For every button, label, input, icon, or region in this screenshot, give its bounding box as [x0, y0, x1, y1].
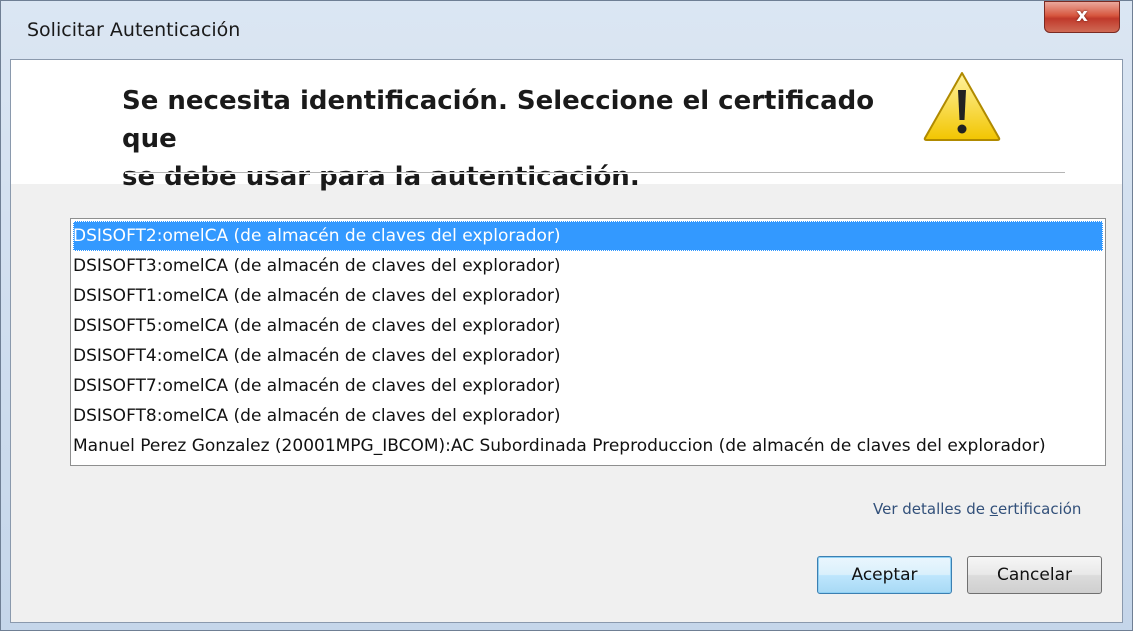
cancel-button[interactable]: Cancelar: [967, 556, 1102, 594]
certificate-list[interactable]: DSISOFT2:omelCA (de almacén de claves de…: [70, 218, 1106, 466]
link-text-suffix: ertificación: [998, 500, 1082, 518]
certificate-item[interactable]: DSISOFT2:omelCA (de almacén de claves de…: [73, 221, 1103, 251]
accept-button[interactable]: Aceptar: [817, 556, 952, 594]
link-accelerator: c: [989, 500, 998, 518]
title-bar[interactable]: Solicitar Autenticación x: [1, 1, 1132, 59]
certificate-item[interactable]: DSISOFT4:omelCA (de almacén de claves de…: [73, 341, 1103, 371]
dialog-heading: Se necesita identificación. Seleccione e…: [122, 82, 922, 196]
certificate-item[interactable]: DSISOFT8:omelCA (de almacén de claves de…: [73, 401, 1103, 431]
certificate-item[interactable]: DSISOFT7:omelCA (de almacén de claves de…: [73, 371, 1103, 401]
window-title: Solicitar Autenticación: [27, 19, 241, 41]
certificate-item[interactable]: Manuel Perez Gonzalez (20001MPG_IBCOM):A…: [73, 431, 1103, 461]
view-certificate-details-link[interactable]: Ver detalles de certificación: [873, 500, 1081, 518]
heading-line-2: se debe usar para la autenticación.: [122, 162, 640, 192]
certificate-item[interactable]: DSISOFT1:omelCA (de almacén de claves de…: [73, 281, 1103, 311]
warning-icon: [923, 72, 1001, 141]
header-banner: Se necesita identificación. Seleccione e…: [11, 60, 1122, 192]
auth-dialog: Solicitar Autenticación x Se necesita id…: [0, 0, 1133, 631]
separator: [125, 172, 1065, 174]
certificate-item[interactable]: DSISOFT3:omelCA (de almacén de claves de…: [73, 251, 1103, 281]
link-text-prefix: Ver detalles de: [873, 500, 990, 518]
heading-line-1: Se necesita identificación. Seleccione e…: [122, 86, 875, 154]
certificate-item[interactable]: DSISOFT5:omelCA (de almacén de claves de…: [73, 311, 1103, 341]
dialog-body: Se necesita identificación. Seleccione e…: [10, 59, 1123, 623]
close-button[interactable]: x: [1044, 1, 1120, 33]
